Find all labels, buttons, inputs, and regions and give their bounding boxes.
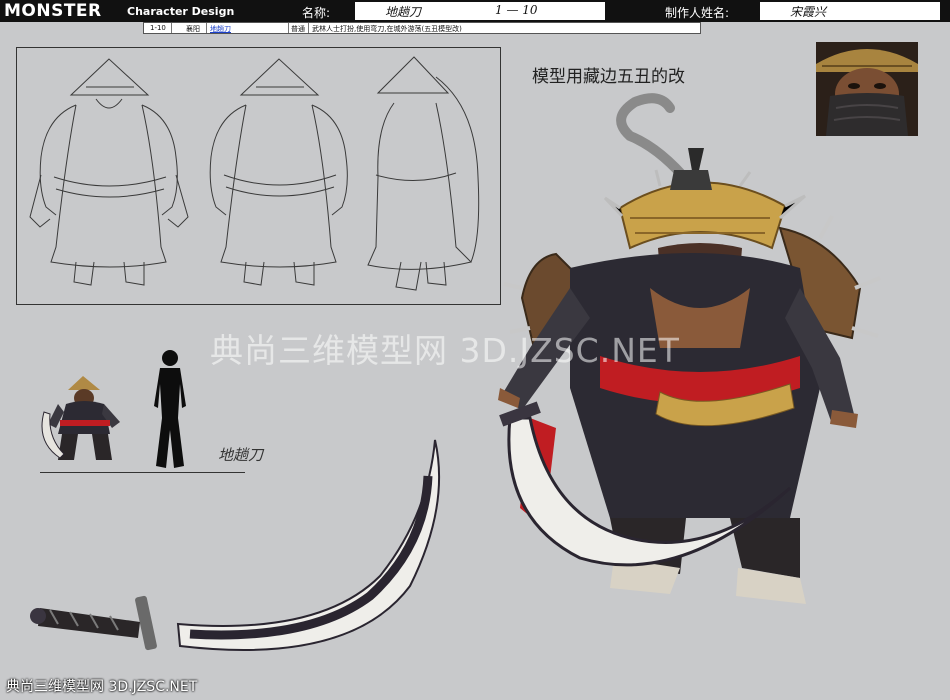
info-divider — [206, 23, 207, 33]
header-bar: MONSTER Character Design 名称: 地趟刀 1 — 10 … — [0, 0, 950, 22]
info-level: 1-10 — [150, 24, 166, 32]
name-value: 地趟刀 — [385, 5, 422, 19]
sketch-front-view — [29, 58, 189, 286]
range-value: 1 — 10 — [495, 3, 538, 17]
brand-subtitle: Character Design — [127, 5, 235, 18]
info-description: 武林人士打扮,使用弯刀,在城外游荡(五丑模型改) — [312, 25, 462, 33]
info-divider — [171, 23, 172, 33]
info-row: 1-10 襄阳 地趟刀 普通 武林人士打扮,使用弯刀,在城外游荡(五丑模型改) — [143, 22, 701, 34]
watermark: 典尚三维模型网 3D.JZSC.NET — [210, 331, 680, 370]
info-region: 襄阳 — [186, 25, 200, 33]
turnaround-sketch — [29, 56, 480, 291]
name-label: 名称: — [302, 6, 331, 20]
author-label: 制作人姓名: — [665, 6, 730, 20]
info-divider — [308, 23, 309, 33]
author-value: 宋霞兴 — [790, 5, 827, 19]
watermark-footer: 典尚三维模型网 3D.JZSC.NET — [6, 679, 198, 695]
brand-title: MONSTER — [4, 1, 102, 21]
info-name-link[interactable]: 地趟刀 — [210, 24, 231, 34]
info-divider — [288, 23, 289, 33]
sketch-back-view — [209, 58, 348, 286]
info-grade: 普通 — [291, 25, 305, 33]
name-field[interactable]: 地趟刀 1 — 10 — [355, 2, 605, 20]
author-field[interactable]: 宋霞兴 — [760, 2, 940, 20]
design-note: 模型用藏边五丑的改 — [532, 67, 685, 87]
scimitar-weapon-art — [30, 439, 441, 651]
